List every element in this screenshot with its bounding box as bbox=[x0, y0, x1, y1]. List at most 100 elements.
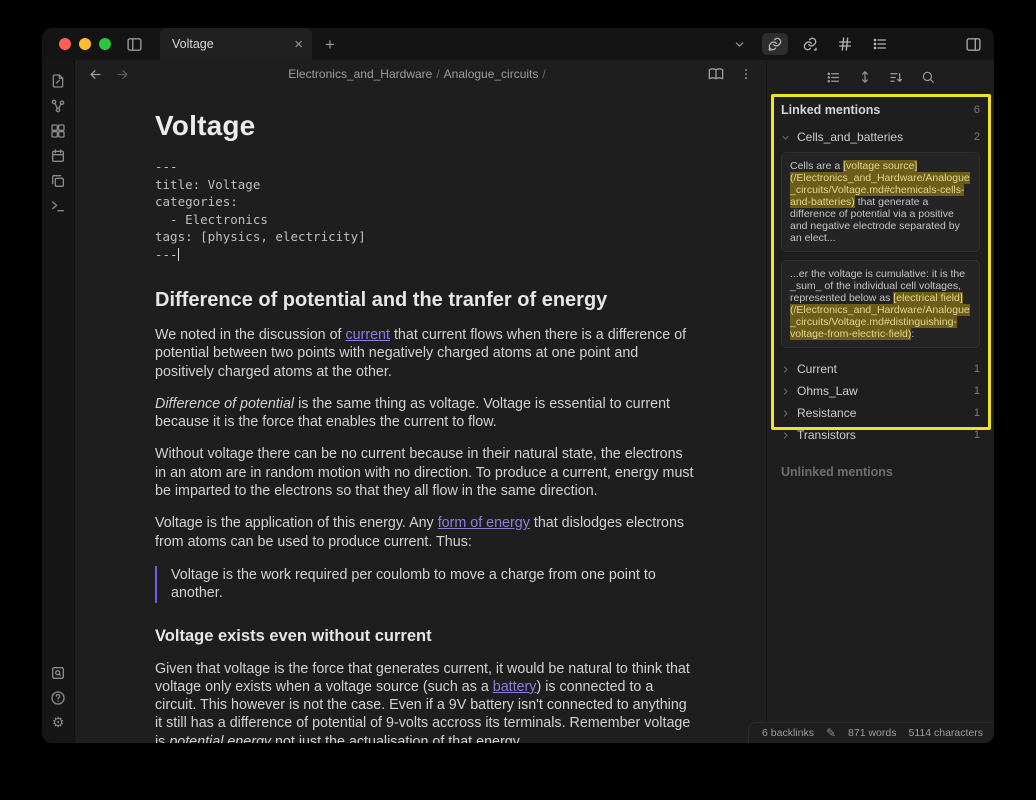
backlinks-icon[interactable] bbox=[762, 33, 788, 55]
mention-group-name: Current bbox=[797, 362, 837, 376]
close-window-button[interactable] bbox=[59, 38, 71, 50]
text-run-italic: Difference of potential bbox=[155, 396, 294, 412]
chevron-down-icon[interactable] bbox=[781, 133, 790, 142]
breadcrumb-segment[interactable]: Electronics_and_Hardware bbox=[288, 67, 432, 81]
paragraph: Voltage is the application of this energ… bbox=[155, 514, 696, 551]
frontmatter-line: tags: [physics, electricity] bbox=[155, 228, 696, 246]
list-icon[interactable] bbox=[826, 70, 841, 85]
left-sidebar-toggle-icon[interactable] bbox=[126, 36, 143, 53]
terminal-icon[interactable] bbox=[50, 198, 66, 214]
status-word-count: 871 words bbox=[848, 727, 896, 739]
backlinks-panel-body: Linked mentions 6 Cells_and_batteries 2 … bbox=[767, 90, 994, 479]
heading-difference-of-potential: Difference of potential and the tranfer … bbox=[155, 289, 696, 312]
forward-arrow-icon[interactable] bbox=[115, 67, 130, 82]
mention-result[interactable]: ...er the voltage is cumulative: it is t… bbox=[781, 260, 980, 348]
note-header: Electronics_and_Hardware/Analogue_circui… bbox=[75, 60, 766, 88]
more-options-icon[interactable] bbox=[739, 67, 753, 81]
traffic-lights bbox=[42, 38, 111, 50]
templates-icon[interactable] bbox=[50, 173, 66, 189]
tab-title: Voltage bbox=[172, 37, 294, 51]
text-run: Cells are a bbox=[790, 160, 843, 172]
mention-group-current[interactable]: Current 1 bbox=[781, 362, 980, 376]
sort-order-icon[interactable] bbox=[889, 70, 904, 85]
tab-close-icon[interactable]: × bbox=[294, 37, 303, 52]
mention-group-ohms-law[interactable]: Ohms_Law 1 bbox=[781, 384, 980, 398]
frontmatter-line: --- bbox=[155, 158, 696, 176]
tags-icon[interactable] bbox=[832, 33, 858, 55]
text-cursor bbox=[178, 248, 179, 261]
vault-switcher-icon[interactable] bbox=[50, 665, 66, 681]
reading-mode-icon[interactable] bbox=[708, 66, 724, 82]
zoom-window-button[interactable] bbox=[99, 38, 111, 50]
mention-group-name: Ohms_Law bbox=[797, 384, 858, 398]
paragraph: We noted in the discussion of current th… bbox=[155, 326, 696, 381]
mention-group-count: 2 bbox=[974, 131, 980, 143]
new-note-icon[interactable] bbox=[50, 73, 66, 89]
breadcrumb-segment[interactable]: Analogue_circuits bbox=[444, 67, 539, 81]
backlinks-panel-header bbox=[767, 60, 994, 90]
frontmatter-line: title: Voltage bbox=[155, 176, 696, 194]
expand-results-icon[interactable] bbox=[858, 70, 872, 84]
paragraph: Given that voltage is the force that gen… bbox=[155, 660, 696, 743]
settings-icon[interactable]: ⚙ bbox=[52, 715, 65, 731]
heading-voltage-exists: Voltage exists even without current bbox=[155, 627, 696, 646]
frontmatter-line: --- bbox=[155, 246, 696, 264]
outline-icon[interactable] bbox=[867, 33, 893, 55]
mention-group-resistance[interactable]: Resistance 1 bbox=[781, 406, 980, 420]
mention-group-transistors[interactable]: Transistors 1 bbox=[781, 428, 980, 442]
text-run: We noted in the discussion of bbox=[155, 327, 345, 343]
internal-link-current[interactable]: current bbox=[345, 327, 390, 343]
titlebar: Voltage × + bbox=[42, 28, 994, 60]
paragraph: Difference of potential is the same thin… bbox=[155, 395, 696, 432]
mention-group-name: Resistance bbox=[797, 406, 856, 420]
help-icon[interactable] bbox=[50, 690, 66, 706]
edit-mode-icon[interactable]: ✎ bbox=[826, 725, 836, 741]
editor-pane: Electronics_and_Hardware/Analogue_circui… bbox=[75, 60, 766, 743]
outgoing-links-icon[interactable] bbox=[797, 33, 823, 55]
mention-group-count: 1 bbox=[974, 385, 980, 397]
breadcrumb-separator: / bbox=[432, 67, 443, 81]
chevron-right-icon[interactable] bbox=[781, 365, 790, 374]
back-arrow-icon[interactable] bbox=[88, 67, 103, 82]
mention-group-name: Cells_and_batteries bbox=[797, 130, 903, 144]
daily-note-icon[interactable] bbox=[50, 148, 66, 164]
new-tab-icon[interactable]: + bbox=[325, 36, 335, 53]
status-backlinks[interactable]: 6 backlinks bbox=[762, 727, 814, 739]
minimize-window-button[interactable] bbox=[79, 38, 91, 50]
internal-link-form-of-energy[interactable]: form of energy bbox=[438, 515, 530, 531]
graph-view-icon[interactable] bbox=[50, 98, 66, 114]
titlebar-actions bbox=[733, 33, 994, 55]
frontmatter-line-text: --- bbox=[155, 247, 178, 262]
frontmatter[interactable]: ---title: Voltagecategories: - Electroni… bbox=[155, 158, 696, 263]
search-icon[interactable] bbox=[921, 70, 935, 84]
tab-list-chevron-icon[interactable] bbox=[733, 38, 746, 51]
breadcrumb[interactable]: Electronics_and_Hardware/Analogue_circui… bbox=[130, 67, 708, 81]
obsidian-window: Voltage × + bbox=[42, 28, 994, 743]
chevron-right-icon[interactable] bbox=[781, 387, 790, 396]
paragraph: Without voltage there can be no current … bbox=[155, 445, 696, 500]
canvas-icon[interactable] bbox=[50, 123, 66, 139]
text-run-italic: potential energy bbox=[169, 734, 271, 743]
right-sidebar-toggle-icon[interactable] bbox=[965, 36, 982, 53]
mention-group-name: Transistors bbox=[797, 428, 856, 442]
chevron-right-icon[interactable] bbox=[781, 431, 790, 440]
note-title: Voltage bbox=[155, 110, 696, 142]
tab-voltage[interactable]: Voltage × bbox=[160, 28, 312, 60]
chevron-right-icon[interactable] bbox=[781, 409, 790, 418]
mention-group-count: 1 bbox=[974, 363, 980, 375]
note-editor[interactable]: Voltage ---title: Voltagecategories: - E… bbox=[75, 88, 766, 743]
mention-result[interactable]: Cells are a [voltage source](/Electronic… bbox=[781, 152, 980, 252]
linked-mentions-header[interactable]: Linked mentions 6 bbox=[781, 103, 980, 117]
breadcrumb-separator: / bbox=[538, 67, 549, 81]
blockquote: Voltage is the work required per coulomb… bbox=[155, 566, 696, 603]
mention-group-count: 1 bbox=[974, 407, 980, 419]
frontmatter-line: categories: bbox=[155, 193, 696, 211]
ribbon: ⚙ bbox=[42, 60, 75, 743]
mention-group-count: 1 bbox=[974, 429, 980, 441]
internal-link-battery[interactable]: battery bbox=[493, 679, 537, 695]
text-run: Voltage is the application of this energ… bbox=[155, 515, 438, 531]
linked-mentions-count: 6 bbox=[974, 104, 980, 116]
mention-group-cells-and-batteries[interactable]: Cells_and_batteries 2 bbox=[781, 130, 980, 144]
unlinked-mentions-header[interactable]: Unlinked mentions bbox=[781, 465, 980, 479]
status-character-count: 5114 characters bbox=[908, 727, 983, 739]
